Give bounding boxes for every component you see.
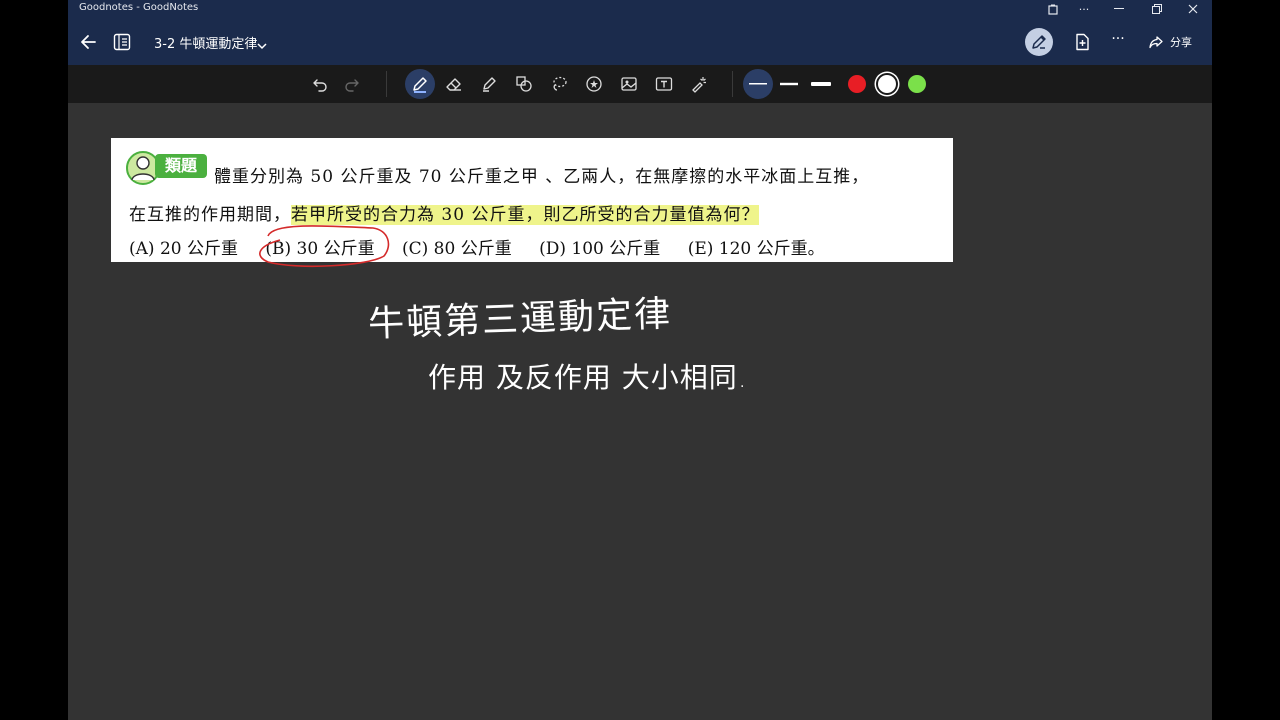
lasso-icon[interactable]: [547, 73, 571, 95]
highlighter-icon[interactable]: [477, 73, 501, 95]
toolbar-divider: [386, 71, 387, 97]
stroke-thin-button[interactable]: [743, 69, 773, 99]
highlighted-text: 若甲所受的合力為 30 公斤重: [291, 205, 526, 225]
back-arrow-icon[interactable]: [78, 31, 100, 53]
badge-label: 類題: [155, 154, 207, 178]
chevron-down-icon[interactable]: [256, 37, 268, 50]
share-icon: [1149, 36, 1163, 49]
app-header: 3-2 牛頓運動定律 ··· 分享: [68, 18, 1212, 65]
pencil-mode-button[interactable]: [1025, 28, 1053, 56]
window-more-icon[interactable]: ···: [1067, 0, 1101, 18]
option-b: (B) 30 公斤重: [265, 239, 375, 259]
question-line-1: 體重分別為 50 公斤重及 70 公斤重之甲 、乙兩人，在無摩擦的水平冰面上互推…: [214, 167, 870, 187]
document-page[interactable]: 類題 體重分別為 50 公斤重及 70 公斤重之甲 、乙兩人，在無摩擦的水平冰面…: [111, 138, 953, 262]
stroke-medium-button[interactable]: [777, 73, 801, 95]
drawing-toolbar: [68, 65, 1212, 103]
minimize-button[interactable]: [1102, 0, 1136, 18]
shapes-icon[interactable]: [512, 73, 536, 95]
color-swatch-white[interactable]: [878, 75, 896, 93]
eraser-icon[interactable]: [442, 73, 466, 95]
share-label: 分享: [1170, 36, 1192, 49]
image-icon[interactable]: [617, 73, 641, 95]
window-title: Goodnotes - GoodNotes: [79, 2, 199, 13]
handwritten-note-2: 作用 及反作用 大小相同.: [428, 361, 748, 394]
textbox-icon[interactable]: [652, 73, 676, 95]
handwritten-note-1: 牛頓第三運動定律: [367, 293, 673, 346]
share-button[interactable]: 分享: [1148, 31, 1192, 53]
restore-button[interactable]: [1140, 0, 1174, 18]
answer-options: (A) 20 公斤重 (B) 30 公斤重 (C) 80 公斤重 (D) 100…: [129, 234, 847, 259]
window-title-bar: Goodnotes - GoodNotes ···: [68, 0, 1212, 18]
more-options-icon[interactable]: ···: [1108, 32, 1128, 52]
laser-pointer-icon[interactable]: [687, 73, 711, 95]
highlighted-text: ，則乙所受的合力量值為何？: [525, 205, 760, 225]
option-c: (C) 80 公斤重: [402, 239, 512, 259]
pencil-icon: [1032, 35, 1046, 49]
stroke-thick-button[interactable]: [809, 73, 833, 95]
add-page-icon[interactable]: [1072, 32, 1092, 52]
option-e: (E) 120 公斤重。: [687, 239, 825, 259]
outline-panel-icon[interactable]: [112, 32, 132, 52]
option-d: (D) 100 公斤重: [539, 239, 661, 259]
toolbar-divider: [732, 71, 733, 97]
question-line-2: 在互推的作用期間，若甲所受的合力為 30 公斤重，則乙所受的合力量值為何？: [129, 200, 760, 225]
goodnotes-app: Goodnotes - GoodNotes ··· 3-2 牛頓運動定律 ···…: [68, 0, 1212, 720]
option-a: (A) 20 公斤重: [129, 239, 238, 259]
pen-icon[interactable]: [405, 69, 435, 99]
question-text: 在互推的作用期間，: [129, 205, 291, 225]
tablet-mode-icon[interactable]: [1036, 0, 1070, 18]
color-swatch-green[interactable]: [908, 75, 926, 93]
close-button[interactable]: [1176, 0, 1210, 18]
color-swatch-red[interactable]: [848, 75, 866, 93]
undo-icon[interactable]: [308, 73, 332, 95]
sticker-icon[interactable]: [582, 73, 606, 95]
redo-icon[interactable]: [340, 73, 364, 95]
document-title[interactable]: 3-2 牛頓運動定律: [154, 33, 257, 52]
